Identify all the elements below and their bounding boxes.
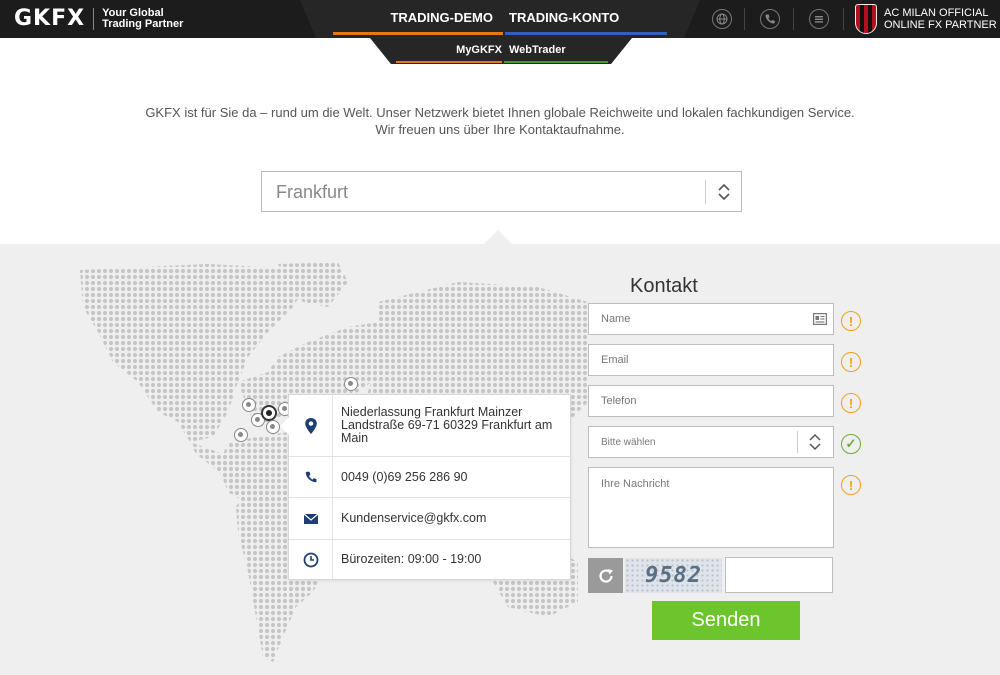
select-divider — [797, 431, 798, 453]
nav-webtrader[interactable]: WebTrader — [509, 38, 579, 62]
partner-line2: ONLINE FX PARTNER — [884, 19, 997, 31]
header-separator — [793, 8, 794, 30]
top-navigation-bar: GKFX Your Global Trading Partner TRADING… — [0, 0, 1000, 38]
city-select-value: Frankfurt — [276, 182, 349, 202]
office-email-row: Kundenservice@gkfx.com — [289, 498, 572, 540]
envelope-icon — [289, 498, 333, 539]
office-email[interactable]: Kundenservice@gkfx.com — [341, 512, 563, 525]
captcha-code: 9582 — [645, 563, 702, 588]
ac-milan-crest-icon — [855, 4, 877, 34]
captcha-field[interactable] — [725, 557, 833, 593]
office-marker[interactable] — [266, 420, 280, 434]
office-address: Niederlassung Frankfurt Mainzer Landstra… — [341, 405, 553, 445]
office-marker[interactable] — [242, 398, 256, 412]
logo-wordmark: GKFX — [14, 6, 86, 31]
captcha-refresh-button[interactable] — [588, 558, 623, 593]
phone-input[interactable] — [589, 386, 833, 416]
logo-divider — [93, 7, 95, 30]
phone-icon[interactable] — [760, 9, 780, 29]
partner-text: AC MILAN OFFICIAL ONLINE FX PARTNER — [884, 7, 997, 31]
captcha-input[interactable] — [726, 558, 832, 592]
office-phone[interactable]: 0049 (0)69 256 286 90 — [341, 471, 563, 484]
location-pin-icon — [289, 395, 333, 456]
contact-title: Kontakt — [630, 275, 698, 297]
header-separator — [843, 8, 844, 30]
gkfx-logo[interactable]: GKFX Your Global Trading Partner — [14, 6, 183, 31]
office-marker-frankfurt-active[interactable] — [261, 405, 277, 421]
partner-line1: AC MILAN OFFICIAL — [884, 7, 989, 19]
nav-mygkfx[interactable]: MyGKFX — [440, 38, 502, 62]
updown-chevron-icon[interactable] — [807, 432, 823, 452]
email-input[interactable] — [589, 345, 833, 375]
tagline-line2: Trading Partner — [102, 17, 184, 30]
main-nav: TRADING-DEMO TRADING-KONTO — [300, 0, 700, 38]
office-hours: Bürozeiten: 09:00 - 19:00 — [341, 552, 482, 566]
message-field[interactable] — [588, 467, 834, 548]
office-address-row: Niederlassung Frankfurt Mainzer Landstra… — [289, 395, 572, 457]
refresh-icon — [598, 568, 613, 583]
city-select[interactable]: Frankfurt — [261, 171, 742, 212]
select-divider — [705, 180, 706, 204]
intro-line1: GKFX ist für Sie da – rund um die Welt. … — [145, 105, 855, 120]
menu-icon[interactable] — [809, 9, 829, 29]
globe-icon[interactable] — [712, 9, 732, 29]
topic-select-placeholder: Bitte wählen — [601, 437, 656, 448]
updown-chevron-icon[interactable] — [715, 180, 733, 204]
office-marker[interactable] — [234, 428, 248, 442]
office-info-card: Niederlassung Frankfurt Mainzer Landstra… — [280, 394, 572, 580]
phone-field[interactable] — [588, 385, 834, 417]
send-button[interactable]: Senden — [652, 601, 800, 640]
office-phone-row: 0049 (0)69 256 286 90 — [289, 457, 572, 498]
captcha-image: 9582 — [625, 558, 722, 593]
phone-icon — [289, 457, 333, 497]
ac-milan-partner-badge[interactable]: AC MILAN OFFICIAL ONLINE FX PARTNER — [855, 4, 997, 34]
logo-tagline: Your Global Trading Partner — [102, 7, 184, 30]
name-field[interactable] — [588, 303, 834, 335]
contact-card-icon — [813, 313, 827, 325]
clock-icon — [289, 540, 333, 580]
nav-trading-demo[interactable]: TRADING-DEMO — [340, 0, 503, 34]
intro-line2: Wir freuen uns über Ihre Kontaktaufnahme… — [375, 122, 625, 137]
message-textarea[interactable] — [589, 468, 833, 547]
office-marker[interactable] — [344, 377, 358, 391]
email-field[interactable] — [588, 344, 834, 376]
nav-underline-blue — [505, 32, 667, 35]
intro-text: GKFX ist für Sie da – rund um die Welt. … — [0, 104, 1000, 138]
sub-nav-underline-green — [504, 61, 608, 63]
warning-icon: ! — [841, 393, 861, 413]
checkmark-icon: ✓ — [841, 434, 861, 454]
warning-icon: ! — [841, 352, 861, 372]
info-card-pointer — [280, 417, 289, 435]
section-notch — [483, 230, 513, 245]
topic-select[interactable]: Bitte wählen — [588, 426, 834, 458]
name-input[interactable] — [589, 304, 833, 334]
sub-nav-underline-orange — [396, 61, 502, 63]
nav-trading-konto[interactable]: TRADING-KONTO — [505, 0, 665, 34]
warning-icon: ! — [841, 311, 861, 331]
office-hours-row: Bürozeiten: 09:00 - 19:00 — [289, 540, 572, 580]
warning-icon: ! — [841, 475, 861, 495]
header-separator — [744, 8, 745, 30]
nav-underline-orange — [333, 32, 503, 35]
